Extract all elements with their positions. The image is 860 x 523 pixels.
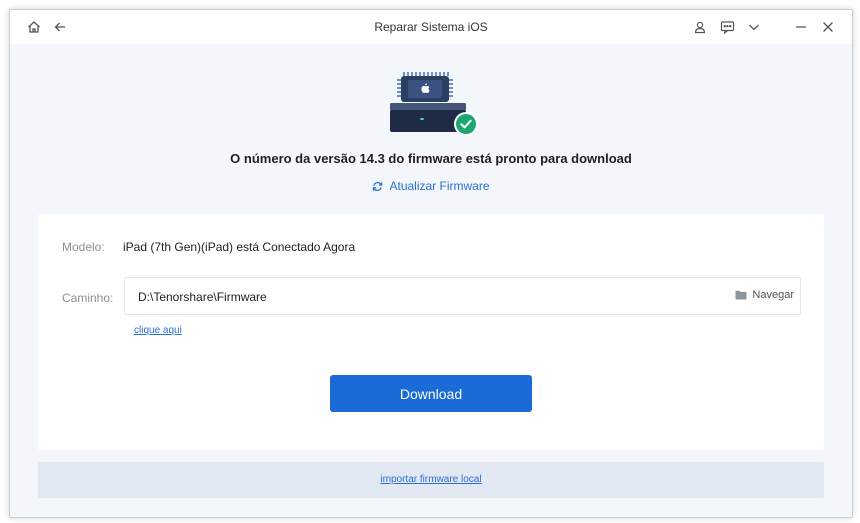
firmware-details-card: Modelo: iPad (7th Gen)(iPad) está Conect… (38, 214, 824, 450)
chevron-down-icon[interactable] (744, 17, 764, 37)
close-icon[interactable] (818, 17, 838, 37)
folder-icon (735, 290, 747, 300)
click-here-link[interactable]: clique aqui (134, 325, 182, 336)
firmware-chip-illustration (386, 66, 478, 138)
feedback-icon[interactable] (717, 17, 737, 37)
title-bar: Reparar Sistema iOS (10, 10, 852, 44)
user-icon[interactable] (690, 17, 710, 37)
download-button[interactable]: Download (330, 375, 532, 412)
path-value: D:\Tenorshare\Firmware (138, 290, 267, 304)
model-value: iPad (7th Gen)(iPad) está Conectado Agor… (123, 240, 356, 254)
model-label: Modelo: (62, 240, 105, 254)
update-firmware-link[interactable]: Atualizar Firmware (10, 179, 852, 193)
app-window: Reparar Sistema iOS O número da versão 1… (9, 9, 853, 518)
firmware-ready-headline: O número da versão 14.3 do firmware está… (230, 151, 632, 166)
path-label: Caminho: (62, 291, 114, 305)
browse-button[interactable]: Navegar (735, 289, 794, 301)
refresh-icon (373, 181, 383, 191)
update-firmware-label: Atualizar Firmware (389, 179, 490, 193)
import-footer: importar firmware local (38, 462, 824, 498)
browse-label: Navegar (752, 289, 794, 301)
import-local-firmware-link[interactable]: importar firmware local (38, 474, 824, 485)
minimize-icon[interactable] (791, 17, 811, 37)
path-field[interactable]: D:\Tenorshare\Firmware Navegar (124, 277, 801, 315)
